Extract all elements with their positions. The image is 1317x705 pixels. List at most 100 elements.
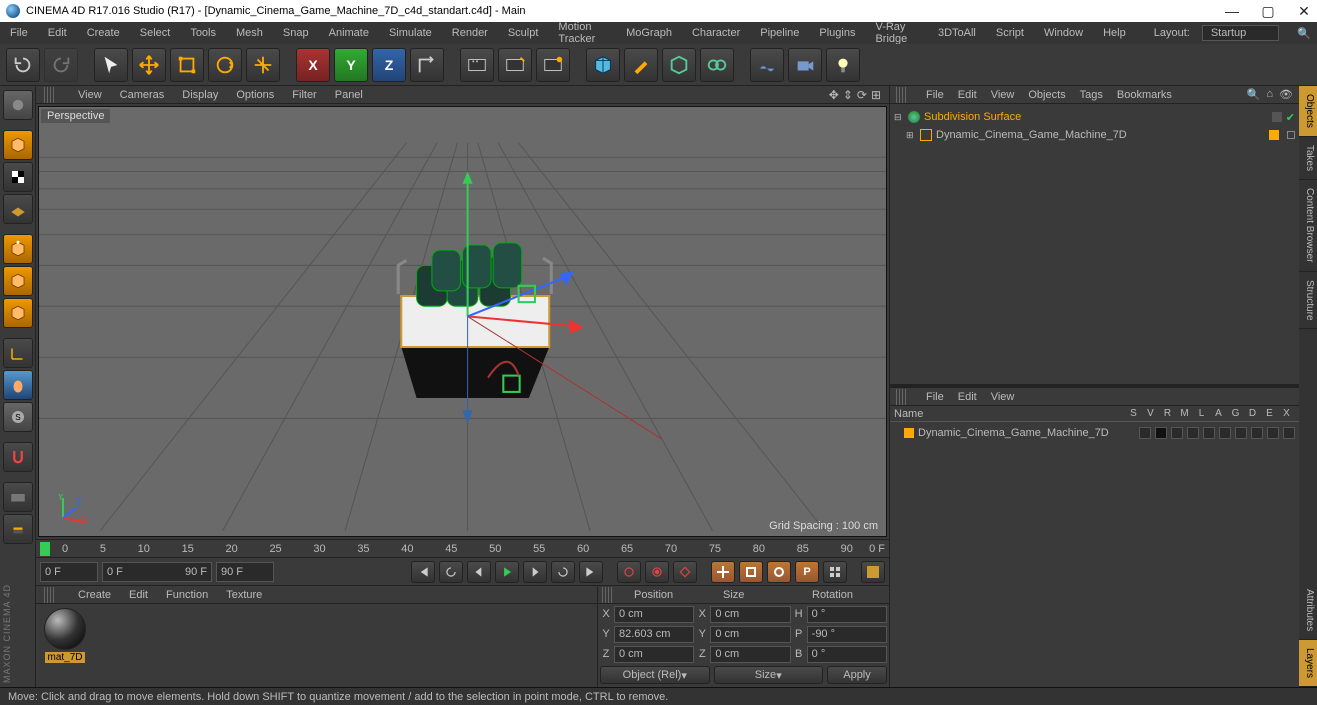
spline-pen-button[interactable]: [624, 48, 658, 82]
vp-menu-display[interactable]: Display: [182, 89, 218, 101]
vp-menu-panel[interactable]: Panel: [335, 89, 363, 101]
menu-window[interactable]: Window: [1040, 25, 1087, 41]
timeline-ruler[interactable]: 0510 152025 303540 455055 606570 758085 …: [36, 539, 889, 557]
lock-icon[interactable]: [3, 482, 33, 512]
rot-h-field[interactable]: 0 °: [807, 606, 887, 623]
range-field[interactable]: 0 F90 F: [102, 562, 212, 582]
om-menu-edit[interactable]: Edit: [958, 89, 977, 101]
coord-mode-dropdown[interactable]: Object (Rel) ▾: [600, 666, 710, 684]
texture-mode-button[interactable]: [3, 162, 33, 192]
autokey-button[interactable]: [645, 561, 669, 583]
tab-attributes[interactable]: Attributes: [1299, 581, 1317, 640]
light-button[interactable]: [826, 48, 860, 82]
key-pla-button[interactable]: [823, 561, 847, 583]
tab-content-browser[interactable]: Content Browser: [1299, 180, 1317, 271]
tab-layers[interactable]: Layers: [1299, 640, 1317, 687]
layout-dropdown[interactable]: Startup: [1202, 25, 1279, 41]
vp-nav-3-icon[interactable]: ⟳: [857, 88, 867, 102]
grip-icon[interactable]: [602, 587, 614, 603]
menu-mograph[interactable]: MoGraph: [622, 25, 676, 41]
om-menu-bookmarks[interactable]: Bookmarks: [1117, 89, 1172, 101]
om-eye-icon[interactable]: 👁: [1279, 88, 1293, 101]
frame-start-field[interactable]: 0 F: [40, 562, 98, 582]
layer-flag-e-icon[interactable]: [1267, 427, 1279, 439]
move-tool[interactable]: [132, 48, 166, 82]
menu-script[interactable]: Script: [992, 25, 1028, 41]
vp-nav-4-icon[interactable]: ⊞: [871, 88, 881, 102]
menu-animate[interactable]: Animate: [325, 25, 373, 41]
key-scale-button[interactable]: [739, 561, 763, 583]
apply-button[interactable]: Apply: [827, 666, 887, 684]
tab-objects[interactable]: Objects: [1299, 86, 1317, 137]
tm-menu-file[interactable]: File: [926, 391, 944, 403]
layer-tag-icon[interactable]: [1269, 130, 1279, 140]
menu-snap[interactable]: Snap: [279, 25, 313, 41]
rot-b-field[interactable]: 0 °: [807, 646, 887, 663]
vp-nav-2-icon[interactable]: ⇕: [843, 88, 853, 102]
deformer-button[interactable]: [700, 48, 734, 82]
layer-flag-m-icon[interactable]: [1187, 427, 1199, 439]
vp-menu-cameras[interactable]: Cameras: [120, 89, 165, 101]
render-picture-button[interactable]: [498, 48, 532, 82]
om-menu-objects[interactable]: Objects: [1028, 89, 1065, 101]
primitive-cube-button[interactable]: [586, 48, 620, 82]
vp-menu-options[interactable]: Options: [236, 89, 274, 101]
om-item-machine[interactable]: ⊞ Dynamic_Cinema_Game_Machine_7D: [894, 126, 1295, 144]
maximize-button[interactable]: ▢: [1261, 4, 1275, 18]
generator-button[interactable]: [662, 48, 696, 82]
grip-icon[interactable]: [44, 587, 56, 603]
tm-menu-edit[interactable]: Edit: [958, 391, 977, 403]
layer-flag-d-icon[interactable]: [1251, 427, 1263, 439]
layer-flag-a-icon[interactable]: [1219, 427, 1231, 439]
psr-tool[interactable]: [246, 48, 280, 82]
tab-structure[interactable]: Structure: [1299, 272, 1317, 330]
mat-menu-function[interactable]: Function: [166, 589, 208, 601]
render-settings-button[interactable]: [536, 48, 570, 82]
key-rot-button[interactable]: [767, 561, 791, 583]
layer-row[interactable]: Dynamic_Cinema_Game_Machine_7D: [894, 424, 1295, 442]
step-fwd-loop-button[interactable]: [551, 561, 575, 583]
om-menu-tags[interactable]: Tags: [1080, 89, 1103, 101]
mat-menu-edit[interactable]: Edit: [129, 589, 148, 601]
record-button[interactable]: [617, 561, 641, 583]
size-y-field[interactable]: 0 cm: [710, 626, 790, 643]
menu-tools[interactable]: Tools: [186, 25, 220, 41]
minimize-button[interactable]: —: [1225, 4, 1239, 18]
grip-icon[interactable]: [896, 87, 908, 103]
layer-flag-x-icon[interactable]: [1283, 427, 1295, 439]
menu-motion-tracker[interactable]: Motion Tracker: [554, 19, 610, 47]
play-button[interactable]: [495, 561, 519, 583]
camera-icon[interactable]: [3, 90, 33, 120]
layer-swatch-icon[interactable]: [1272, 112, 1282, 122]
om-menu-file[interactable]: File: [926, 89, 944, 101]
om-search-icon[interactable]: 🔍: [1247, 88, 1261, 101]
expand-icon[interactable]: ⊟: [894, 112, 904, 123]
menu-edit[interactable]: Edit: [44, 25, 71, 41]
goto-end-button[interactable]: [579, 561, 603, 583]
close-button[interactable]: ✕: [1297, 4, 1311, 18]
step-fwd-button[interactable]: [523, 561, 547, 583]
layer-manager[interactable]: Dynamic_Cinema_Game_Machine_7D: [890, 422, 1299, 687]
magnet-icon[interactable]: [3, 442, 33, 472]
expand-icon[interactable]: ⊞: [906, 130, 916, 141]
tm-menu-view[interactable]: View: [991, 391, 1015, 403]
menu-character[interactable]: Character: [688, 25, 744, 41]
frame-current-field[interactable]: 90 F: [216, 562, 274, 582]
menu-mesh[interactable]: Mesh: [232, 25, 267, 41]
tweak-icon[interactable]: [3, 370, 33, 400]
grip-icon[interactable]: [44, 87, 56, 103]
select-tool[interactable]: [94, 48, 128, 82]
layer-flag-s-icon[interactable]: [1139, 427, 1151, 439]
key-param-button[interactable]: P: [795, 561, 819, 583]
layer-flag-r-icon[interactable]: [1171, 427, 1183, 439]
point-mode-button[interactable]: [3, 234, 33, 264]
step-back-button[interactable]: [467, 561, 491, 583]
layer-name-header[interactable]: Name: [894, 408, 1125, 420]
pos-x-field[interactable]: 0 cm: [614, 606, 694, 623]
key-pos-button[interactable]: [711, 561, 735, 583]
size-x-field[interactable]: 0 cm: [710, 606, 790, 623]
axis-y-toggle[interactable]: Y: [334, 48, 368, 82]
menu-simulate[interactable]: Simulate: [385, 25, 436, 41]
layer-name[interactable]: Dynamic_Cinema_Game_Machine_7D: [918, 427, 1109, 439]
step-back-loop-button[interactable]: [439, 561, 463, 583]
